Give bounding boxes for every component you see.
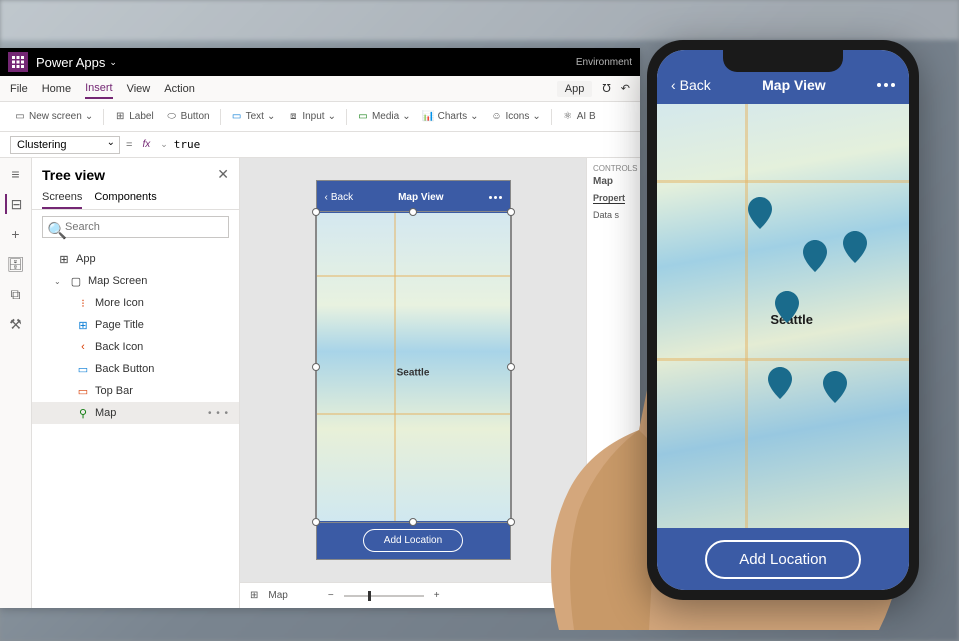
chevron-down-icon: ⌄ <box>109 57 117 68</box>
app-launcher-icon[interactable] <box>8 52 28 72</box>
insert-label-button[interactable]: ⊞Label <box>110 109 157 125</box>
phone-mockup: ‹Back Map View Seattle Add Location <box>499 30 959 630</box>
insert-media-button[interactable]: ▭Media ⌄ <box>353 109 415 125</box>
more-ctrl-icon: ⁝ <box>76 296 90 310</box>
data-icon[interactable]: 🗄 <box>6 254 26 274</box>
canvas-app-bar: ‹Back Map View <box>317 181 510 213</box>
menu-home[interactable]: Home <box>42 80 71 98</box>
label-ctrl-icon: ⊞ <box>76 318 90 332</box>
tree-node-page-title[interactable]: ⊞Page Title <box>32 314 239 336</box>
phone-map[interactable]: Seattle <box>657 104 909 528</box>
map-pin-icon[interactable] <box>768 367 792 399</box>
equals-label: = <box>126 139 132 151</box>
back-ctrl-icon: ‹ <box>76 340 90 354</box>
phone-canvas[interactable]: ‹Back Map View Seattle Add Location <box>316 180 511 560</box>
fx-icon[interactable]: fx <box>138 139 154 150</box>
insert-icon[interactable]: + <box>6 224 26 244</box>
add-location-button[interactable]: Add Location <box>363 529 463 552</box>
menu-action[interactable]: Action <box>164 80 195 98</box>
search-input[interactable] <box>42 216 229 238</box>
search-icon: 🔍 <box>47 221 67 241</box>
charts-icon: 📊 <box>423 111 435 123</box>
tree-node-map-screen[interactable]: ⌄▢Map Screen <box>32 270 239 292</box>
canvas-back-button[interactable]: ‹Back <box>325 192 354 203</box>
zoom-in-icon[interactable]: + <box>434 590 440 601</box>
map-ctrl-icon: ⚲ <box>76 406 90 420</box>
notch <box>723 50 843 72</box>
new-screen-icon: ▭ <box>14 111 26 123</box>
insert-input-button[interactable]: ⧈Input ⌄ <box>283 109 340 125</box>
phone-screen: ‹Back Map View Seattle Add Location <box>657 50 909 590</box>
tab-screens[interactable]: Screens <box>42 187 82 209</box>
tree-view-title: Tree view <box>42 167 105 183</box>
map-pin-icon[interactable] <box>823 371 847 403</box>
map-pin-icon[interactable] <box>803 240 827 272</box>
new-screen-button[interactable]: ▭New screen ⌄ <box>10 109 97 125</box>
tree-view-panel: Tree view ✕ Screens Components 🔍 ⊞App ⌄ ▢… <box>32 158 240 608</box>
input-icon: ⧈ <box>287 111 299 123</box>
advanced-tools-icon[interactable]: ⚒ <box>6 314 26 334</box>
canvas-title: Map View <box>398 192 443 203</box>
node-more-icon[interactable]: • • • <box>208 408 229 419</box>
insert-button-button[interactable]: ⬭Button <box>162 109 214 125</box>
chevron-left-icon: ‹ <box>671 77 676 93</box>
tree-node-back-button[interactable]: ▭Back Button <box>32 358 239 380</box>
canvas-map[interactable]: Seattle <box>317 213 510 521</box>
phone-add-location-button[interactable]: Add Location <box>705 540 861 579</box>
insert-text-button[interactable]: ▭Text ⌄ <box>227 109 280 125</box>
breadcrumb[interactable]: Map <box>268 590 287 601</box>
tree-list: ⊞App ⌄▢Map Screen ⁝More Icon ⊞Page Title… <box>32 244 239 428</box>
property-dropdown[interactable]: Clustering <box>10 136 120 154</box>
map-pin-icon[interactable] <box>748 197 772 229</box>
menu-insert[interactable]: Insert <box>85 79 113 99</box>
tree-node-top-bar[interactable]: ▭Top Bar <box>32 380 239 402</box>
rect-ctrl-icon: ▭ <box>76 384 90 398</box>
phone-title: Map View <box>762 77 826 93</box>
menu-file[interactable]: File <box>10 80 28 98</box>
zoom-slider[interactable] <box>344 595 424 597</box>
phone-back-button[interactable]: ‹Back <box>671 77 711 93</box>
tab-components[interactable]: Components <box>94 187 156 209</box>
left-rail: ≡ ⊟ + 🗄 ⧉ ⚒ <box>0 158 32 608</box>
chevron-down-icon[interactable]: ⌄ <box>54 277 64 286</box>
media-rail-icon[interactable]: ⧉ <box>6 284 26 304</box>
button-ctrl-icon: ▭ <box>76 362 90 376</box>
city-label: Seattle <box>397 368 430 379</box>
text-icon: ▭ <box>231 111 243 123</box>
phone-device: ‹Back Map View Seattle Add Location <box>647 40 919 600</box>
tree-node-app[interactable]: ⊞App <box>32 248 239 270</box>
tree-node-more-icon[interactable]: ⁝More Icon <box>32 292 239 314</box>
chevron-left-icon: ‹ <box>325 192 328 203</box>
map-pin-icon[interactable] <box>775 291 799 323</box>
label-icon: ⊞ <box>114 111 126 123</box>
tree-node-back-icon[interactable]: ‹Back Icon <box>32 336 239 358</box>
map-pin-icon[interactable] <box>843 231 867 263</box>
insert-charts-button[interactable]: 📊Charts ⌄ <box>419 109 483 125</box>
phone-more-icon[interactable] <box>877 83 895 87</box>
menu-view[interactable]: View <box>127 80 151 98</box>
app-name[interactable]: Power Apps ⌄ <box>36 55 117 70</box>
screen-icon: ▢ <box>69 274 83 288</box>
tree-view-icon[interactable]: ⊟ <box>5 194 25 214</box>
app-icon: ⊞ <box>57 252 71 266</box>
phone-button-bar: Add Location <box>657 528 909 590</box>
tree-node-map[interactable]: ⚲Map• • • <box>32 402 239 424</box>
button-icon: ⬭ <box>166 111 178 123</box>
close-icon[interactable]: ✕ <box>217 166 229 183</box>
hamburger-icon[interactable]: ≡ <box>6 164 26 184</box>
breadcrumb-icon: ⊞ <box>250 590 258 601</box>
canvas-button-bar: Add Location <box>317 521 510 559</box>
media-icon: ▭ <box>357 111 369 123</box>
zoom-out-icon[interactable]: − <box>328 590 334 601</box>
